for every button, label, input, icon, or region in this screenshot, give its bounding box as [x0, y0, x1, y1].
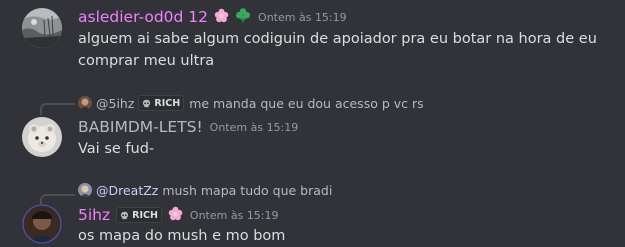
- reply-author[interactable]: @DreatZz: [96, 183, 158, 198]
- message-line: alguem ai sabe algum codiguin de apoiado…: [78, 31, 597, 47]
- guild-tag[interactable]: RICH: [138, 95, 185, 111]
- clover-badge-icon: [235, 7, 251, 27]
- reply-spine: [40, 103, 75, 115]
- reply-avatar[interactable]: [78, 96, 92, 110]
- skull-icon: [121, 211, 129, 219]
- flower-badge-icon: [214, 8, 229, 27]
- reply-author[interactable]: @5ihz: [96, 96, 134, 111]
- avatar[interactable]: [22, 204, 62, 244]
- username[interactable]: 5ihz: [78, 206, 110, 224]
- message-line: os mapa do mush e mo bom: [78, 228, 286, 244]
- reply-text[interactable]: mush mapa tudo que bradi: [162, 183, 332, 198]
- message-header: 5ihz RICH Ontem às 15:19: [78, 205, 279, 225]
- message-header: BABIMDM-LETS! Ontem às 15:19: [78, 117, 298, 137]
- message-content: alguem ai sabe algum codiguin de apoiado…: [78, 28, 597, 72]
- reply-preview[interactable]: @DreatZz mush mapa tudo que bradi: [78, 182, 332, 198]
- reply-avatar[interactable]: [78, 183, 92, 197]
- message-header: asledier-od0d 12 Ontem às 15:19: [78, 7, 347, 27]
- timestamp[interactable]: Ontem às 15:19: [210, 121, 299, 134]
- timestamp[interactable]: Ontem às 15:19: [258, 11, 347, 24]
- reply-text[interactable]: me manda que eu dou acesso p vc rs: [189, 96, 423, 111]
- avatar[interactable]: [22, 8, 62, 48]
- skull-icon: [143, 99, 151, 107]
- guild-tag[interactable]: RICH: [116, 207, 162, 223]
- message-content: Vai se fud-: [78, 138, 154, 160]
- timestamp[interactable]: Ontem às 15:19: [190, 209, 279, 222]
- avatar[interactable]: [22, 117, 62, 157]
- guild-tag-label: RICH: [154, 97, 181, 109]
- username[interactable]: BABIMDM-LETS!: [78, 118, 203, 136]
- message-line: comprar meu ultra: [78, 53, 215, 69]
- flower-badge-icon: [168, 206, 183, 225]
- message-content: os mapa do mush e mo bom: [78, 225, 285, 247]
- guild-tag-label: RICH: [132, 209, 158, 221]
- message-line: Vai se fud-: [78, 141, 155, 157]
- username[interactable]: asledier-od0d 12: [78, 8, 208, 26]
- reply-preview[interactable]: @5ihz RICH me manda que eu dou acesso p …: [78, 95, 424, 111]
